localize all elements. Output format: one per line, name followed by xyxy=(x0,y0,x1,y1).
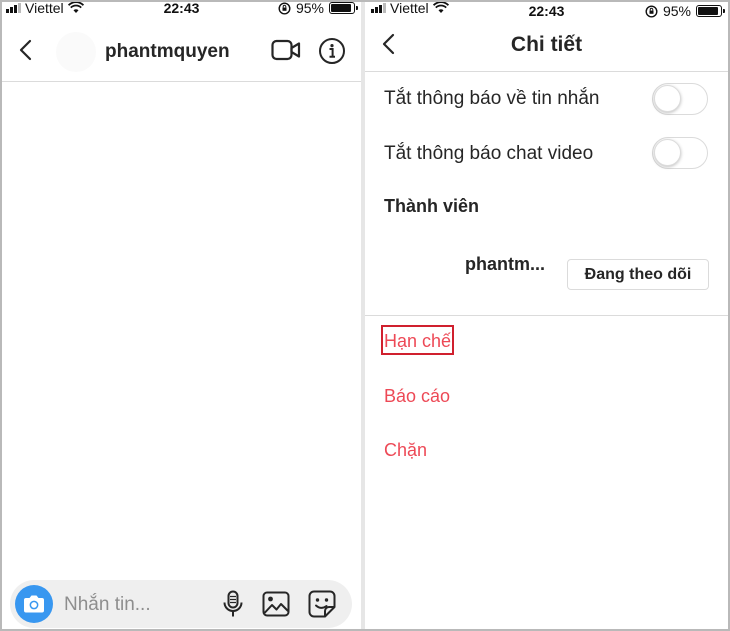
image-icon[interactable] xyxy=(262,591,290,617)
toggle-knob xyxy=(654,85,681,112)
member-name[interactable]: phantm... xyxy=(465,254,545,275)
battery-percent: 95% xyxy=(295,0,324,16)
following-button[interactable]: Đang theo dõi xyxy=(567,259,709,290)
status-bar: Viettel 22:43 95% xyxy=(2,0,361,18)
battery-icon xyxy=(329,2,358,14)
status-bar: Viettel 22:43 95% xyxy=(365,0,728,19)
details-header: Chi tiết xyxy=(365,20,728,72)
mute-video-label: Tắt thông báo chat video xyxy=(384,143,594,164)
microphone-icon[interactable] xyxy=(220,590,246,618)
orientation-lock-icon xyxy=(645,4,658,18)
info-icon[interactable] xyxy=(318,37,346,65)
camera-button[interactable] xyxy=(15,585,53,623)
mute-video-toggle[interactable] xyxy=(652,137,708,169)
restrict-button[interactable]: Hạn chế xyxy=(384,331,451,352)
chat-username[interactable]: phantmquyen xyxy=(105,41,230,63)
composer-input[interactable]: Nhắn tin... xyxy=(64,594,151,616)
orientation-lock-icon xyxy=(278,1,291,15)
camera-icon xyxy=(24,595,44,613)
toggle-knob xyxy=(654,139,681,166)
battery-percent: 95% xyxy=(662,3,691,19)
video-call-icon[interactable] xyxy=(271,39,301,61)
details-screen: Viettel 22:43 95% Chi tiết Tắt thông báo… xyxy=(365,0,728,631)
page-title: Chi tiết xyxy=(510,33,583,56)
battery-icon xyxy=(696,5,725,17)
block-button[interactable]: Chặn xyxy=(384,440,427,461)
chat-header: phantmquyen xyxy=(2,20,361,82)
section-divider xyxy=(365,315,728,316)
avatar[interactable] xyxy=(56,32,96,72)
mute-messages-label: Tắt thông báo về tin nhắn xyxy=(384,88,600,109)
back-icon[interactable] xyxy=(14,38,38,62)
members-section-title: Thành viên xyxy=(384,196,480,216)
sticker-icon[interactable] xyxy=(308,590,336,618)
status-right: 95% xyxy=(645,3,725,19)
status-right: 95% xyxy=(278,0,358,16)
report-button[interactable]: Báo cáo xyxy=(384,386,450,407)
message-composer[interactable]: Nhắn tin... xyxy=(10,580,352,628)
mute-messages-toggle[interactable] xyxy=(652,83,708,115)
chat-screen: Viettel 22:43 95% phantmquyen Nhắn tin..… xyxy=(2,0,361,631)
